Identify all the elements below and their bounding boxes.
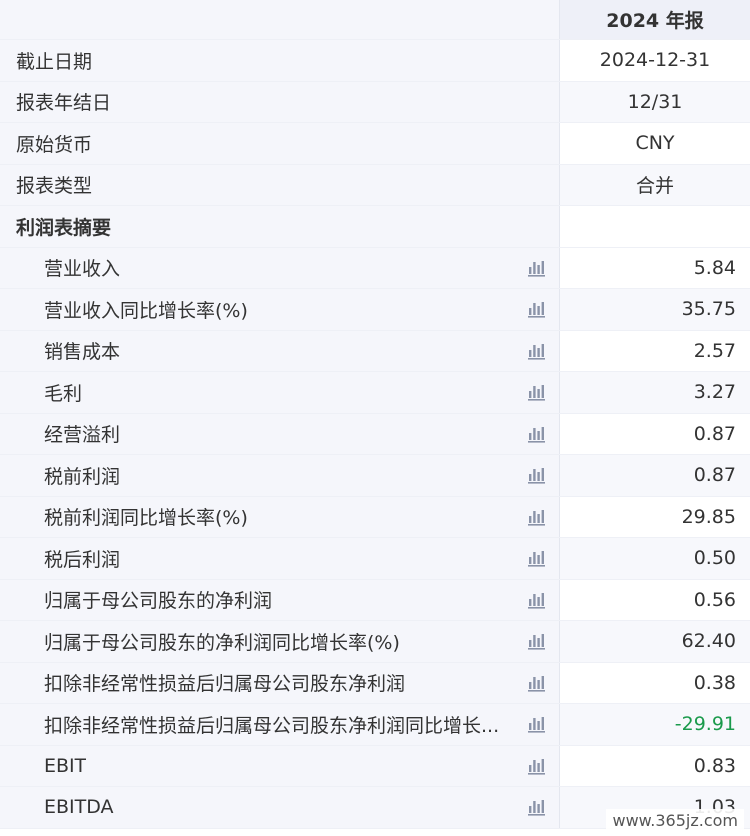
table-row: 税前利润 0.87 — [0, 455, 750, 497]
row-value: 62.40 — [560, 621, 750, 662]
row-label: EBITDA — [44, 796, 114, 819]
table-header-row: 2024 年报 — [0, 0, 750, 40]
table-row: 营业收入 5.84 — [0, 247, 750, 289]
bar-chart-icon[interactable] — [528, 674, 546, 692]
meta-row: 报表类型 合并 — [0, 164, 750, 206]
bar-chart-icon[interactable] — [528, 508, 546, 526]
row-value: 0.50 — [560, 538, 750, 579]
bar-chart-icon[interactable] — [528, 549, 546, 567]
row-value: 3.27 — [560, 372, 750, 413]
bar-chart-icon[interactable] — [528, 715, 546, 733]
row-value: 35.75 — [560, 289, 750, 330]
row-label: 税前利润 — [44, 465, 121, 488]
table-row: 销售成本 2.57 — [0, 330, 750, 372]
row-label: 营业收入同比增长率(%) — [44, 299, 248, 322]
bar-chart-icon[interactable] — [528, 591, 546, 609]
row-value: 0.38 — [693, 671, 736, 694]
row-label: 税前利润同比增长率(%) — [44, 507, 248, 530]
row-label: 毛利 — [44, 382, 83, 405]
row-label: 税后利润 — [44, 548, 121, 571]
row-value: 29.85 — [681, 505, 736, 528]
table-row: 扣除非经常性损益后归属母公司股东净利润同比增长... -29.91 — [0, 704, 750, 746]
bar-chart-icon[interactable] — [528, 425, 546, 443]
table-row: 归属于母公司股东的净利润 0.56 — [0, 579, 750, 621]
meta-value: CNY — [635, 132, 675, 155]
table-row: 经营溢利 0.87 — [0, 413, 750, 455]
table-row: 营业收入同比增长率(%) 35.75 — [0, 289, 750, 331]
row-value: 0.83 — [693, 754, 736, 777]
row-value: 2.57 — [693, 339, 736, 362]
meta-label: 报表年结日 — [16, 92, 112, 115]
row-value: 0.87 — [560, 455, 750, 496]
row-label: EBIT — [44, 754, 87, 777]
meta-label: 报表类型 — [16, 175, 93, 198]
meta-label: 原始货币 — [16, 133, 93, 156]
meta-label: 截止日期 — [16, 50, 93, 73]
header-label-cell — [0, 0, 560, 39]
row-label: 经营溢利 — [44, 424, 121, 447]
bar-chart-icon[interactable] — [528, 798, 546, 816]
bar-chart-icon[interactable] — [528, 300, 546, 318]
bar-chart-icon[interactable] — [528, 342, 546, 360]
table-row: 税前利润同比增长率(%) 29.85 — [0, 496, 750, 538]
row-label: 销售成本 — [44, 341, 121, 364]
meta-row: 原始货币 CNY — [0, 123, 750, 165]
section-title: 利润表摘要 — [16, 216, 112, 239]
row-label: 营业收入 — [44, 258, 121, 281]
bar-chart-icon[interactable] — [528, 383, 546, 401]
row-label: 扣除非经常性损益后归属母公司股东净利润 — [44, 673, 406, 696]
financial-summary-table: 2024 年报 截止日期 2024-12-31 报表年结日 12/31 原始货币 CNY 报… — [0, 0, 750, 829]
row-label: 扣除非经常性损益后归属母公司股东净利润同比增长... — [44, 714, 500, 737]
meta-row: 报表年结日 12/31 — [0, 81, 750, 123]
meta-value: 合并 — [560, 164, 750, 205]
bar-chart-icon[interactable] — [528, 632, 546, 650]
table-row: 扣除非经常性损益后归属母公司股东净利润 0.38 — [0, 662, 750, 704]
table-row: 税后利润 0.50 — [0, 538, 750, 580]
row-value: 0.56 — [693, 588, 736, 611]
row-label: 归属于母公司股东的净利润 — [44, 590, 273, 613]
period-header: 2024 年报 — [560, 0, 750, 39]
row-label: 归属于母公司股东的净利润同比增长率(%) — [44, 631, 400, 654]
bar-chart-icon[interactable] — [528, 466, 546, 484]
row-value: 0.87 — [693, 422, 736, 445]
meta-value: 2024-12-31 — [599, 49, 711, 72]
bar-chart-icon[interactable] — [528, 259, 546, 277]
watermark: www.365jz.com — [606, 809, 744, 832]
table-row: 归属于母公司股东的净利润同比增长率(%) 62.40 — [0, 621, 750, 663]
meta-row: 截止日期 2024-12-31 — [0, 40, 750, 82]
table-row: EBIT 0.83 — [0, 745, 750, 787]
table-row: 毛利 3.27 — [0, 372, 750, 414]
bar-chart-icon[interactable] — [528, 757, 546, 775]
row-value: 5.84 — [693, 256, 736, 279]
meta-value: 12/31 — [560, 81, 750, 122]
section-row: 利润表摘要 — [0, 206, 750, 248]
row-value: -29.91 — [560, 704, 750, 745]
